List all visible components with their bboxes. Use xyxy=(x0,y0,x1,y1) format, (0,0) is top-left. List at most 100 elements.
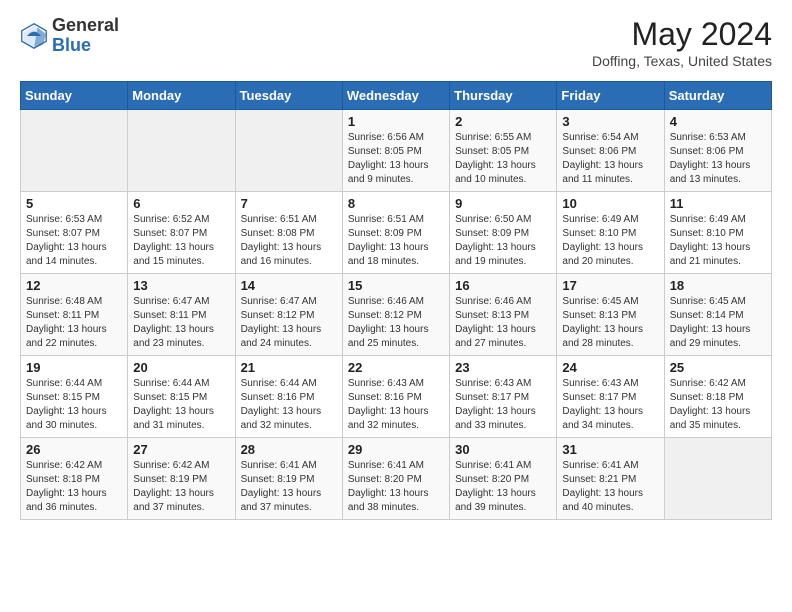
calendar-cell: 9Sunrise: 6:50 AM Sunset: 8:09 PM Daylig… xyxy=(450,192,557,274)
day-number: 19 xyxy=(26,360,122,375)
day-number: 20 xyxy=(133,360,229,375)
day-number: 18 xyxy=(670,278,766,293)
day-number: 15 xyxy=(348,278,444,293)
day-number: 7 xyxy=(241,196,337,211)
day-info: Sunrise: 6:42 AM Sunset: 8:18 PM Dayligh… xyxy=(26,459,122,515)
day-number: 6 xyxy=(133,196,229,211)
day-number: 12 xyxy=(26,278,122,293)
calendar-cell: 27 Sunrise: 6:42 AM Sunset: 8:19 PM Dayli… xyxy=(128,438,235,520)
day-number: 27 xyxy=(133,442,229,457)
calendar-cell: 26 Sunrise: 6:42 AM Sunset: 8:18 PM Dayli… xyxy=(21,438,128,520)
calendar-cell: 18 Sunrise: 6:45 AM Sunset: 8:14 PM Dayli… xyxy=(664,274,771,356)
calendar-body: 1 Sunrise: 6:56 AM Sunset: 8:05 PM Daylig… xyxy=(21,110,772,520)
page-header: GeneralBlue May 2024 Doffing, Texas, Uni… xyxy=(20,16,772,69)
day-number: 10 xyxy=(562,196,658,211)
calendar-cell: 25 Sunrise: 6:42 AM Sunset: 8:18 PM Dayli… xyxy=(664,356,771,438)
day-info: Sunrise: 6:47 AM Sunset: 8:11 PM Dayligh… xyxy=(133,295,229,351)
day-info: Sunrise: 6:44 AM Sunset: 8:15 PM Dayligh… xyxy=(26,377,122,433)
day-info: Sunrise: 6:51 AM Sunset: 8:09 PM Dayligh… xyxy=(348,213,444,269)
day-info: Sunrise: 6:42 AM Sunset: 8:19 PM Dayligh… xyxy=(133,459,229,515)
calendar-week-row: 26 Sunrise: 6:42 AM Sunset: 8:18 PM Dayli… xyxy=(21,438,772,520)
calendar-cell: 20Sunrise: 6:44 AM Sunset: 8:15 PM Dayli… xyxy=(128,356,235,438)
day-info: Sunrise: 6:53 AM Sunset: 8:07 PM Dayligh… xyxy=(26,213,122,269)
day-number: 1 xyxy=(348,114,444,129)
day-info: Sunrise: 6:46 AM Sunset: 8:12 PM Dayligh… xyxy=(348,295,444,351)
day-number: 9 xyxy=(455,196,551,211)
calendar-header-row: SundayMondayTuesdayWednesdayThursdayFrid… xyxy=(21,82,772,110)
day-number: 4 xyxy=(670,114,766,129)
day-info: Sunrise: 6:41 AM Sunset: 8:21 PM Dayligh… xyxy=(562,459,658,515)
day-of-week-header: Saturday xyxy=(664,82,771,110)
day-number: 23 xyxy=(455,360,551,375)
day-info: Sunrise: 6:48 AM Sunset: 8:11 PM Dayligh… xyxy=(26,295,122,351)
calendar-cell: 21Sunrise: 6:44 AM Sunset: 8:16 PM Dayli… xyxy=(235,356,342,438)
calendar-cell xyxy=(21,110,128,192)
day-info: Sunrise: 6:53 AM Sunset: 8:06 PM Dayligh… xyxy=(670,131,766,187)
calendar-cell: 19 Sunrise: 6:44 AM Sunset: 8:15 PM Dayli… xyxy=(21,356,128,438)
location: Doffing, Texas, United States xyxy=(592,53,772,69)
day-number: 24 xyxy=(562,360,658,375)
day-info: Sunrise: 6:51 AM Sunset: 8:08 PM Dayligh… xyxy=(241,213,337,269)
calendar-cell xyxy=(664,438,771,520)
calendar-cell: 22 Sunrise: 6:43 AM Sunset: 8:16 PM Dayli… xyxy=(342,356,449,438)
day-number: 26 xyxy=(26,442,122,457)
day-info: Sunrise: 6:43 AM Sunset: 8:16 PM Dayligh… xyxy=(348,377,444,433)
calendar-cell: 8 Sunrise: 6:51 AM Sunset: 8:09 PM Daylig… xyxy=(342,192,449,274)
calendar-cell: 30Sunrise: 6:41 AM Sunset: 8:20 PM Dayli… xyxy=(450,438,557,520)
day-info: Sunrise: 6:46 AM Sunset: 8:13 PM Dayligh… xyxy=(455,295,551,351)
calendar-cell xyxy=(235,110,342,192)
calendar-cell xyxy=(128,110,235,192)
calendar-cell: 31Sunrise: 6:41 AM Sunset: 8:21 PM Dayli… xyxy=(557,438,664,520)
day-info: Sunrise: 6:43 AM Sunset: 8:17 PM Dayligh… xyxy=(562,377,658,433)
calendar-cell: 11 Sunrise: 6:49 AM Sunset: 8:10 PM Dayli… xyxy=(664,192,771,274)
day-info: Sunrise: 6:52 AM Sunset: 8:07 PM Dayligh… xyxy=(133,213,229,269)
day-info: Sunrise: 6:56 AM Sunset: 8:05 PM Dayligh… xyxy=(348,131,444,187)
day-info: Sunrise: 6:55 AM Sunset: 8:05 PM Dayligh… xyxy=(455,131,551,187)
day-number: 3 xyxy=(562,114,658,129)
calendar-cell: 7 Sunrise: 6:51 AM Sunset: 8:08 PM Daylig… xyxy=(235,192,342,274)
calendar-cell: 10Sunrise: 6:49 AM Sunset: 8:10 PM Dayli… xyxy=(557,192,664,274)
day-number: 29 xyxy=(348,442,444,457)
calendar-cell: 23 Sunrise: 6:43 AM Sunset: 8:17 PM Dayli… xyxy=(450,356,557,438)
day-info: Sunrise: 6:41 AM Sunset: 8:19 PM Dayligh… xyxy=(241,459,337,515)
calendar-cell: 15 Sunrise: 6:46 AM Sunset: 8:12 PM Dayli… xyxy=(342,274,449,356)
logo-text: GeneralBlue xyxy=(52,16,119,56)
day-number: 22 xyxy=(348,360,444,375)
calendar-cell: 5 Sunrise: 6:53 AM Sunset: 8:07 PM Daylig… xyxy=(21,192,128,274)
day-number: 17 xyxy=(562,278,658,293)
day-number: 16 xyxy=(455,278,551,293)
logo: GeneralBlue xyxy=(20,16,119,56)
day-info: Sunrise: 6:42 AM Sunset: 8:18 PM Dayligh… xyxy=(670,377,766,433)
day-number: 25 xyxy=(670,360,766,375)
calendar-cell: 3 Sunrise: 6:54 AM Sunset: 8:06 PM Daylig… xyxy=(557,110,664,192)
day-info: Sunrise: 6:43 AM Sunset: 8:17 PM Dayligh… xyxy=(455,377,551,433)
calendar-cell: 4 Sunrise: 6:53 AM Sunset: 8:06 PM Daylig… xyxy=(664,110,771,192)
day-number: 2 xyxy=(455,114,551,129)
day-info: Sunrise: 6:45 AM Sunset: 8:14 PM Dayligh… xyxy=(670,295,766,351)
calendar-cell: 28Sunrise: 6:41 AM Sunset: 8:19 PM Dayli… xyxy=(235,438,342,520)
title-block: May 2024 Doffing, Texas, United States xyxy=(592,16,772,69)
calendar-cell: 24 Sunrise: 6:43 AM Sunset: 8:17 PM Dayli… xyxy=(557,356,664,438)
day-number: 8 xyxy=(348,196,444,211)
day-of-week-header: Sunday xyxy=(21,82,128,110)
day-info: Sunrise: 6:54 AM Sunset: 8:06 PM Dayligh… xyxy=(562,131,658,187)
day-number: 21 xyxy=(241,360,337,375)
month-year: May 2024 xyxy=(592,16,772,53)
day-number: 13 xyxy=(133,278,229,293)
calendar-week-row: 12 Sunrise: 6:48 AM Sunset: 8:11 PM Dayli… xyxy=(21,274,772,356)
calendar-cell: 13 Sunrise: 6:47 AM Sunset: 8:11 PM Dayli… xyxy=(128,274,235,356)
day-info: Sunrise: 6:49 AM Sunset: 8:10 PM Dayligh… xyxy=(670,213,766,269)
day-of-week-header: Tuesday xyxy=(235,82,342,110)
calendar-week-row: 1 Sunrise: 6:56 AM Sunset: 8:05 PM Daylig… xyxy=(21,110,772,192)
calendar-cell: 1 Sunrise: 6:56 AM Sunset: 8:05 PM Daylig… xyxy=(342,110,449,192)
calendar-cell: 6 Sunrise: 6:52 AM Sunset: 8:07 PM Daylig… xyxy=(128,192,235,274)
calendar-cell: 2 Sunrise: 6:55 AM Sunset: 8:05 PM Daylig… xyxy=(450,110,557,192)
calendar-cell: 17Sunrise: 6:45 AM Sunset: 8:13 PM Dayli… xyxy=(557,274,664,356)
day-of-week-header: Monday xyxy=(128,82,235,110)
day-number: 11 xyxy=(670,196,766,211)
calendar-cell: 29Sunrise: 6:41 AM Sunset: 8:20 PM Dayli… xyxy=(342,438,449,520)
day-number: 5 xyxy=(26,196,122,211)
day-number: 14 xyxy=(241,278,337,293)
day-of-week-header: Friday xyxy=(557,82,664,110)
day-of-week-header: Wednesday xyxy=(342,82,449,110)
